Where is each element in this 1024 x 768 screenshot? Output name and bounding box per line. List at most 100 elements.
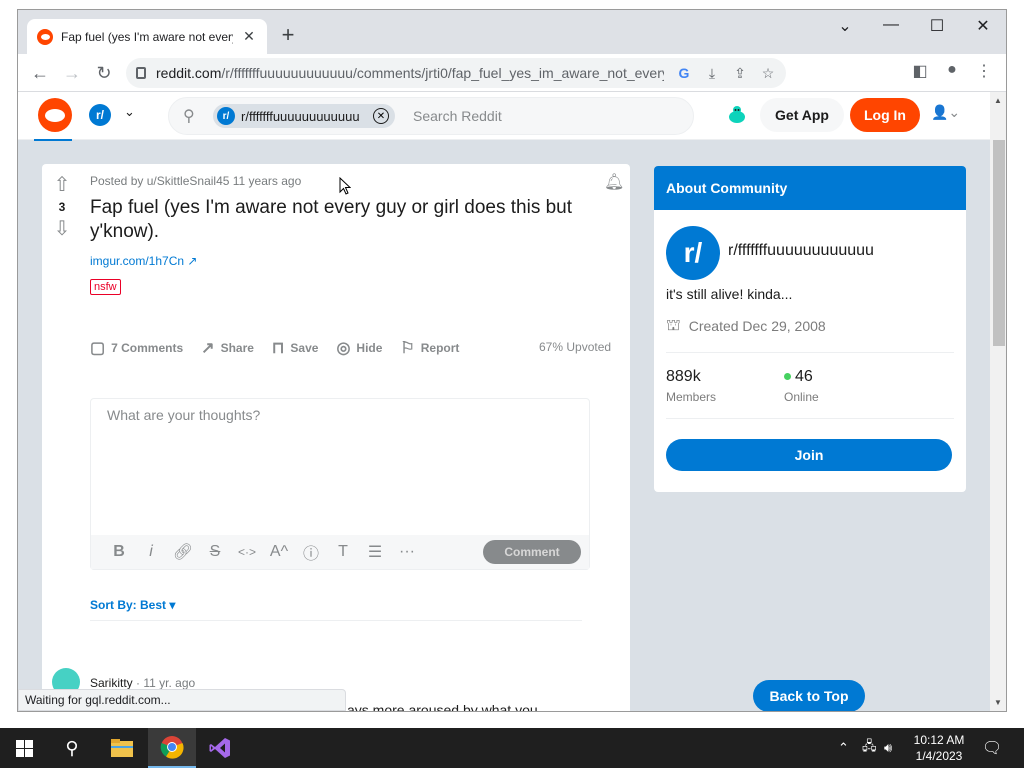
volume-icon[interactable]: 🔊︎ bbox=[884, 728, 892, 768]
about-community-card: About Community r/ r/fffffffuuuuuuuuuuuu… bbox=[654, 166, 966, 492]
scroll-up-icon[interactable]: ▲ bbox=[994, 96, 1002, 105]
comments-button[interactable]: ▢ 7 Comments bbox=[90, 338, 183, 358]
back-to-top-button[interactable]: Back to Top bbox=[753, 680, 865, 711]
superscript-icon[interactable]: A^ bbox=[263, 543, 295, 561]
hide-label: Hide bbox=[356, 341, 383, 355]
save-label: Save bbox=[290, 341, 319, 355]
share-icon[interactable]: ⇪ bbox=[732, 65, 748, 82]
subreddit-icon[interactable]: r/ bbox=[89, 104, 111, 126]
active-underline bbox=[34, 139, 72, 141]
search-icon: ⚲ bbox=[183, 108, 195, 125]
google-lens-icon[interactable]: G bbox=[676, 65, 692, 81]
windows-logo-icon bbox=[15, 739, 33, 757]
online-count: 46 bbox=[795, 368, 813, 385]
get-app-button[interactable]: Get App bbox=[760, 98, 844, 132]
bulleted-list-icon[interactable]: ☰ bbox=[359, 542, 391, 562]
visual-studio-icon[interactable] bbox=[196, 728, 244, 768]
clear-chip-icon[interactable]: ✕ bbox=[373, 108, 389, 124]
community-name[interactable]: r/fffffffuuuuuuuuuuuu bbox=[728, 242, 874, 260]
page-viewport: r/ ⌄ ⚲ r/ r/fffffffuuuuuuuuuuuu ✕ Search… bbox=[18, 92, 990, 712]
members-label: Members bbox=[666, 390, 717, 404]
more-options-icon[interactable]: ··· bbox=[391, 543, 423, 561]
chip-label: r/fffffffuuuuuuuuuuuu bbox=[241, 108, 360, 124]
back-arrow-icon[interactable]: ← bbox=[28, 61, 52, 85]
strikethrough-icon[interactable]: S bbox=[199, 543, 231, 561]
search-scope-chip[interactable]: r/ r/fffffffuuuuuuuuuuuu ✕ bbox=[213, 104, 395, 128]
upvote-arrow-icon[interactable]: ⇧ bbox=[50, 174, 74, 196]
menu-kebab-icon[interactable]: ⋮ bbox=[972, 61, 996, 81]
italic-icon[interactable]: i bbox=[135, 543, 167, 561]
side-panel-icon[interactable]: ◧ bbox=[908, 61, 932, 81]
profile-icon[interactable]: ● bbox=[940, 61, 964, 79]
reload-icon[interactable]: ↻ bbox=[92, 61, 116, 85]
user-menu-icon[interactable]: 👤⌄ bbox=[931, 104, 960, 121]
post-link[interactable]: imgur.com/1h7Cn ↗ bbox=[90, 254, 197, 268]
flag-icon: ⚐ bbox=[400, 340, 415, 357]
browser-tab[interactable]: Fap fuel (yes I'm aware not every ✕ bbox=[27, 19, 267, 54]
comment-textarea[interactable] bbox=[91, 399, 589, 535]
sort-by-dropdown[interactable]: Sort By: Best ▾ bbox=[90, 598, 175, 612]
network-icon[interactable]: 🖧 bbox=[862, 728, 877, 768]
notifications-icon[interactable]: 🗨︎ bbox=[982, 728, 1002, 768]
search-input[interactable]: Search Reddit bbox=[413, 108, 502, 124]
tray-chevron-up-icon[interactable]: ⌃ bbox=[838, 728, 849, 768]
report-label: Report bbox=[420, 341, 460, 355]
search-bar[interactable]: ⚲ r/ r/fffffffuuuuuuuuuuuu ✕ Search Redd… bbox=[168, 97, 694, 135]
chevron-down-icon[interactable]: ⌄ bbox=[124, 104, 135, 120]
comment-author[interactable]: Sarikitty bbox=[90, 676, 133, 690]
comment-button[interactable]: Comment bbox=[483, 540, 581, 564]
forward-arrow-icon[interactable]: → bbox=[60, 61, 84, 85]
members-stat: 889k Members bbox=[666, 368, 716, 404]
chip-subreddit-icon: r/ bbox=[217, 107, 235, 125]
bell-icon[interactable]: 🔔︎ bbox=[604, 172, 624, 192]
maximize-button[interactable]: ☐ bbox=[922, 16, 952, 36]
report-button[interactable]: ⚐ Report bbox=[400, 338, 459, 358]
comment-text: ays more aroused by what you bbox=[347, 702, 538, 712]
tab-search-chevron-icon[interactable]: ⌄ bbox=[830, 16, 860, 36]
save-button[interactable]: ⊓ Save bbox=[272, 338, 319, 358]
search-icon[interactable]: ⚲ bbox=[48, 728, 96, 768]
browser-window: Fap fuel (yes I'm aware not every ✕ + ⌄ … bbox=[17, 9, 1007, 712]
scrollbar-thumb[interactable] bbox=[993, 140, 1005, 346]
minimize-button[interactable]: — bbox=[876, 16, 906, 34]
bookmark-star-icon[interactable]: ☆ bbox=[760, 65, 776, 82]
chrome-icon[interactable] bbox=[148, 728, 196, 768]
spoiler-icon[interactable]: ⓘ bbox=[295, 540, 327, 564]
url-path: /r/fffffffuuuuuuuuuuuu/comments/jrti0/fa… bbox=[221, 65, 664, 81]
external-link-icon: ↗ bbox=[187, 254, 198, 268]
tab-close-icon[interactable]: ✕ bbox=[241, 28, 257, 45]
clock-date: 1/4/2023 bbox=[915, 749, 963, 763]
url-text[interactable]: reddit.com/r/fffffffuuuuuuuuuuuu/comment… bbox=[156, 65, 664, 81]
reddit-header: r/ ⌄ ⚲ r/ r/fffffffuuuuuuuuuuuu ✕ Search… bbox=[18, 92, 990, 141]
clock[interactable]: 10:12 AM 1/4/2023 bbox=[906, 732, 972, 764]
hide-button[interactable]: ◎ Hide bbox=[336, 338, 382, 358]
log-in-button[interactable]: Log In bbox=[850, 98, 920, 132]
link-icon[interactable]: 🔗︎ bbox=[167, 542, 199, 562]
install-app-icon[interactable]: ⤓ bbox=[704, 65, 720, 82]
scroll-down-icon[interactable]: ▼ bbox=[994, 698, 1002, 707]
online-dot-icon bbox=[784, 373, 791, 381]
address-bar[interactable]: reddit.com/r/fffffffuuuuuuuuuuuu/comment… bbox=[126, 58, 786, 88]
downvote-arrow-icon[interactable]: ⇩ bbox=[50, 218, 74, 240]
vote-column: ⇧ 3 ⇩ bbox=[50, 174, 74, 240]
join-button[interactable]: Join bbox=[666, 439, 952, 471]
file-explorer-icon[interactable] bbox=[98, 728, 146, 768]
bold-icon[interactable]: B bbox=[103, 543, 135, 561]
heading-icon[interactable]: T bbox=[327, 543, 359, 561]
inline-code-icon[interactable]: <·> bbox=[231, 545, 263, 559]
tab-strip: Fap fuel (yes I'm aware not every ✕ + ⌄ … bbox=[18, 10, 1006, 54]
url-host: reddit.com bbox=[156, 65, 222, 81]
about-community-heading: About Community bbox=[654, 166, 966, 210]
close-window-button[interactable]: ✕ bbox=[968, 16, 998, 36]
page-scrollbar[interactable]: ▲ ▼ bbox=[990, 92, 1006, 711]
share-label: Share bbox=[220, 341, 254, 355]
start-button[interactable] bbox=[0, 728, 48, 768]
new-tab-button[interactable]: + bbox=[276, 24, 300, 46]
post-title: Fap fuel (yes I'm aware not every guy or… bbox=[90, 197, 573, 242]
reddit-logo-icon[interactable] bbox=[38, 98, 72, 132]
comment-toolbar: B i 🔗︎ S <·> A^ ⓘ T ☰ ··· Comment bbox=[91, 535, 589, 569]
post-score: 3 bbox=[58, 200, 66, 214]
snoo-advertise-icon[interactable] bbox=[726, 104, 748, 126]
created-label: Created Dec 29, 2008 bbox=[688, 318, 826, 334]
share-button[interactable]: ↗ Share bbox=[201, 338, 254, 358]
